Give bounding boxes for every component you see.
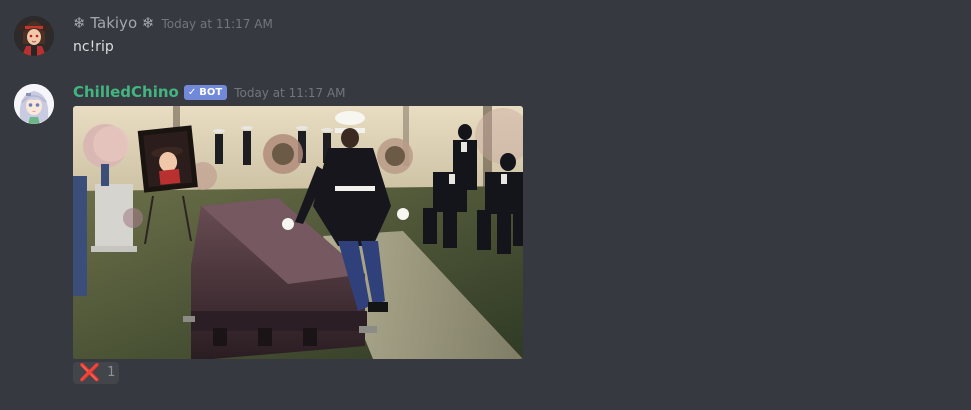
username[interactable]: ❄ Takiyo ❄ — [73, 13, 154, 33]
bot-tag: ✓ BOT — [183, 84, 228, 100]
reaction-button[interactable]: ❌ 1 — [73, 362, 119, 384]
avatar-image — [14, 16, 54, 56]
message-header: ❄ Takiyo ❄ Today at 11:17 AM — [73, 13, 273, 33]
x-mark-icon: ❌ — [79, 363, 101, 383]
user-avatar[interactable] — [14, 16, 54, 56]
message-header: ChilledChino ✓ BOT Today at 11:17 AM — [73, 82, 346, 102]
bot-tag-label: BOT — [199, 86, 223, 98]
username[interactable]: ChilledChino — [73, 82, 179, 102]
checkmark-icon: ✓ — [187, 86, 197, 98]
attachment-image[interactable] — [73, 106, 523, 359]
funeral-scene-image — [73, 106, 523, 359]
avatar-image — [14, 84, 54, 124]
message-content: nc!rip — [73, 39, 114, 55]
reaction-count: 1 — [107, 365, 116, 380]
chat-messages: ❄ Takiyo ❄ Today at 11:17 AM nc!rip Chil… — [0, 0, 971, 410]
message-timestamp: Today at 11:17 AM — [234, 86, 346, 100]
bot-avatar[interactable] — [14, 84, 54, 124]
message-timestamp: Today at 11:17 AM — [161, 17, 273, 31]
